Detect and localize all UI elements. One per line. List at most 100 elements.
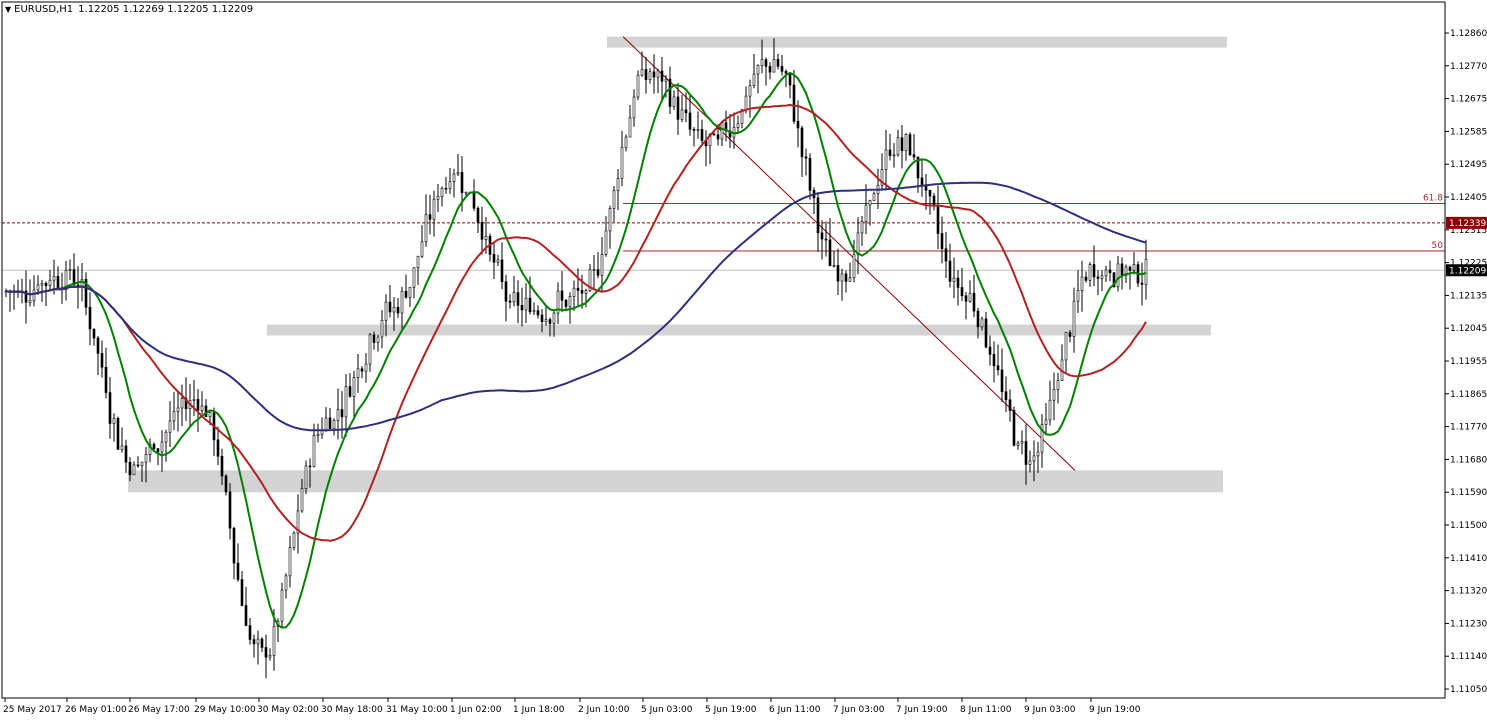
y-tick-label: 1.11955 <box>1450 357 1487 367</box>
candle <box>356 353 360 393</box>
candle-body <box>308 465 312 468</box>
y-tick-label: 1.12675 <box>1450 95 1487 105</box>
candle-body <box>816 197 820 234</box>
y-tick-label: 1.12405 <box>1450 193 1487 203</box>
candle <box>628 104 632 138</box>
y-tick-label: 1.11770 <box>1450 423 1487 433</box>
candle <box>84 272 88 316</box>
candle <box>1096 270 1100 296</box>
candle <box>788 72 792 99</box>
candle-body <box>500 259 504 283</box>
candle-body <box>852 254 856 279</box>
candle <box>768 62 772 80</box>
candle <box>264 634 268 679</box>
candle <box>620 130 624 187</box>
candle-body <box>796 120 800 129</box>
candle-body <box>132 464 136 476</box>
candle-body <box>480 221 484 240</box>
candle <box>180 384 184 427</box>
candle-body <box>956 277 960 288</box>
candle <box>968 280 972 303</box>
candle-body <box>392 306 396 313</box>
x-tick-label: 31 May 10:00 <box>386 705 448 715</box>
candle-body <box>948 260 952 282</box>
candle <box>332 418 336 436</box>
candle <box>164 429 168 462</box>
candle-body <box>720 122 724 140</box>
candle <box>236 543 240 582</box>
candle <box>1140 262 1144 306</box>
x-tick-label: 26 May 01:00 <box>65 705 127 715</box>
candle <box>376 334 380 352</box>
candle <box>828 218 832 267</box>
x-tick-label: 6 Jun 11:00 <box>769 705 821 715</box>
candle <box>124 439 128 473</box>
candle-body <box>1132 264 1136 271</box>
candle <box>908 132 912 157</box>
candle <box>32 275 36 307</box>
candle <box>432 190 436 237</box>
candle-body <box>272 626 276 656</box>
candle <box>1132 252 1136 275</box>
candle <box>176 390 180 432</box>
candle-body <box>360 368 364 372</box>
candle <box>136 456 140 468</box>
candle-body <box>364 363 368 372</box>
candle-body <box>232 527 236 564</box>
y-tick-label: 1.11590 <box>1450 488 1487 498</box>
candle <box>148 438 152 463</box>
candle-body <box>352 377 356 397</box>
candle-body <box>176 407 180 412</box>
y-tick-label: 1.11320 <box>1450 587 1487 597</box>
candle-body <box>356 368 360 378</box>
candle <box>1080 260 1084 312</box>
candle <box>408 286 412 308</box>
candle-body <box>1012 410 1016 446</box>
candle <box>856 217 860 275</box>
candle-body <box>164 431 168 443</box>
candle <box>360 366 364 379</box>
candle-body <box>1028 460 1032 465</box>
candle-body <box>196 399 200 411</box>
candle <box>872 191 876 201</box>
candle-body <box>496 259 500 263</box>
price-chart[interactable]: 61.8 50 1.12860 1.12770 1.12675 1.12585 1.124… <box>0 0 1487 720</box>
candle-body <box>56 275 60 288</box>
x-tick-label: 5 Jun 03:00 <box>641 705 693 715</box>
candle <box>584 288 588 308</box>
candle-body <box>772 59 776 73</box>
candle-body <box>628 117 632 138</box>
candle <box>536 305 540 319</box>
candle <box>880 153 884 191</box>
candle-body <box>560 290 564 301</box>
candle <box>352 370 356 418</box>
candle-body <box>540 314 544 323</box>
candle-body <box>576 287 580 291</box>
candle <box>888 133 892 161</box>
candle-body <box>936 204 940 234</box>
candle-body <box>168 420 172 433</box>
candle-body <box>944 248 948 262</box>
candle <box>592 254 596 290</box>
y-tick-label: 1.11500 <box>1450 521 1487 531</box>
candle <box>1048 380 1052 426</box>
candle <box>260 637 264 653</box>
candle-body <box>1104 269 1108 277</box>
candle <box>816 192 820 252</box>
candle <box>348 373 352 398</box>
y-tick-label: 1.11050 <box>1450 685 1487 695</box>
x-tick-label: 1 Jun 18:00 <box>513 705 565 715</box>
candle-body <box>524 297 528 311</box>
price-axis: 1.12860 1.12770 1.12675 1.12585 1.12495 1.124… <box>1445 29 1487 695</box>
candle <box>212 407 216 457</box>
candle <box>328 407 332 430</box>
candle <box>388 284 392 318</box>
candle-body <box>920 177 924 185</box>
candle-body <box>492 254 496 263</box>
candle <box>812 187 816 215</box>
x-tick-label: 1 Jun 02:00 <box>450 705 502 715</box>
candle-body <box>408 286 412 298</box>
candle <box>132 461 136 476</box>
x-tick-label: 9 Jun 19:00 <box>1089 705 1141 715</box>
candle <box>1004 376 1008 413</box>
